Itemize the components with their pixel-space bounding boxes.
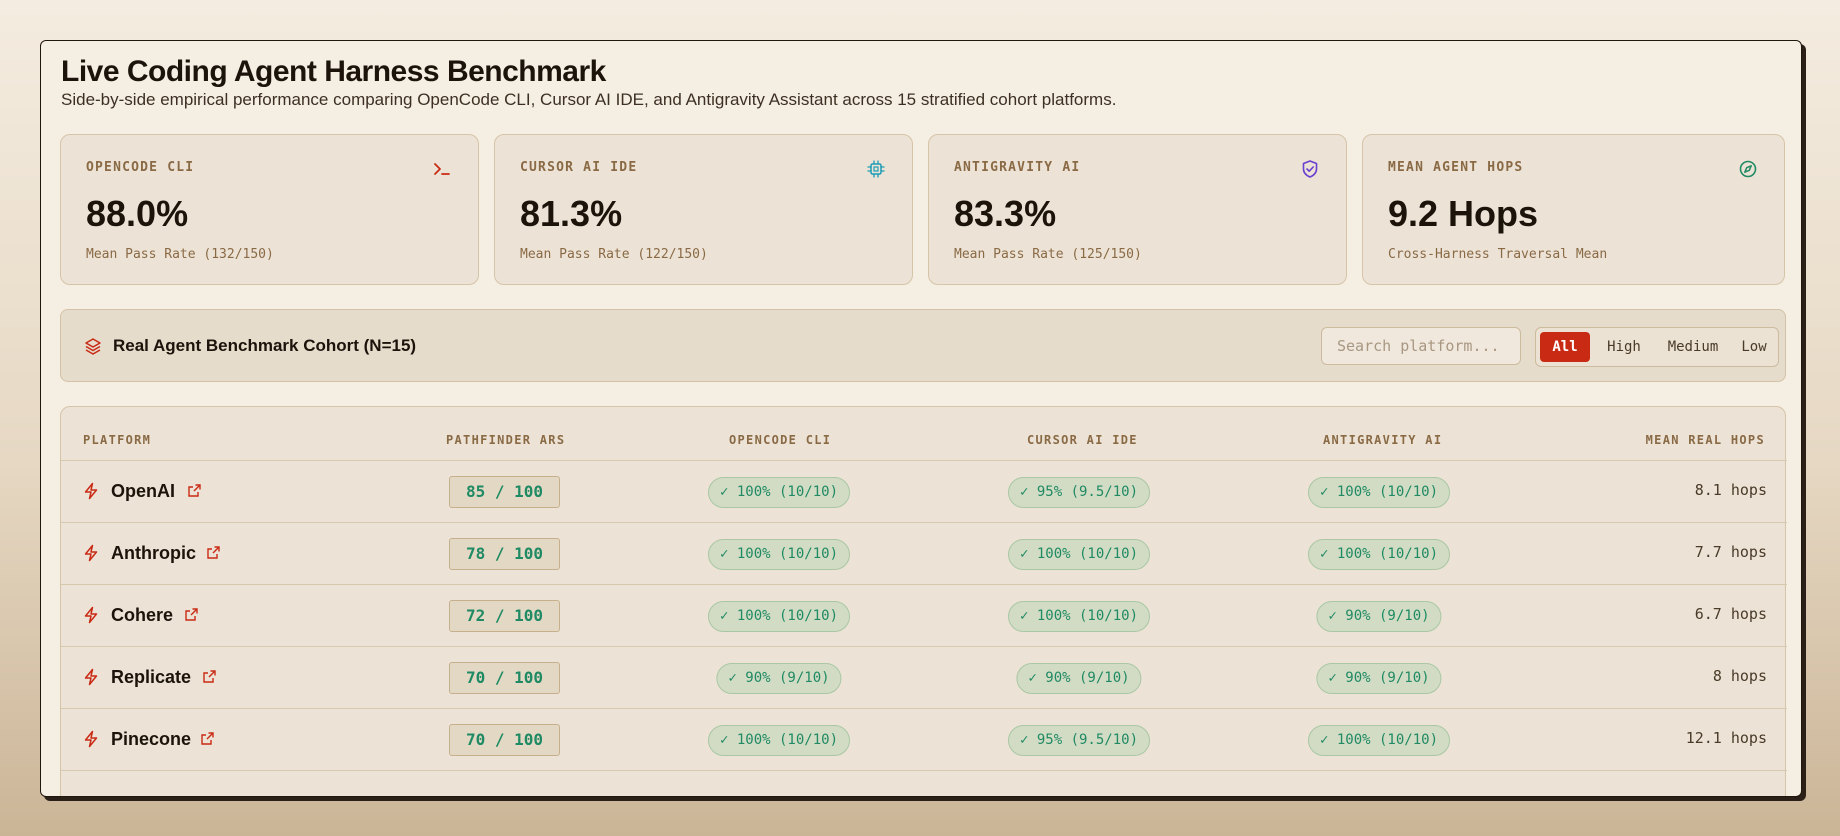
- stat-card-cursor: CURSOR AI IDE 81.3% Mean Pass Rate (122/…: [494, 134, 913, 285]
- stat-card-label: MEAN AGENT HOPS: [1388, 160, 1524, 175]
- stat-card-label: OPENCODE CLI: [86, 160, 195, 175]
- column-header-ars[interactable]: PATHFINDER ARS: [446, 433, 565, 447]
- benchmark-window: Live Coding Agent Harness Benchmark Side…: [40, 40, 1802, 797]
- ars-score-badge: 85 / 100: [449, 476, 560, 508]
- stat-card-hops: MEAN AGENT HOPS 9.2 Hops Cross-Harness T…: [1362, 134, 1785, 285]
- antigravity-result-pill: ✓ 100% (10/10): [1307, 477, 1451, 508]
- ars-score-badge: 78 / 100: [449, 538, 560, 570]
- table-row[interactable]: Anthropic 78 / 100 ✓ 100% (10/10) ✓ 100%…: [61, 522, 1787, 584]
- bolt-icon: [84, 730, 98, 748]
- layers-icon: [85, 338, 101, 355]
- cursor-result-pill: ✓ 100% (10/10): [1007, 601, 1151, 632]
- stat-card-value: 9.2 Hops: [1388, 193, 1539, 234]
- cursor-result-pill: ✓ 90% (9/10): [1016, 663, 1142, 694]
- mean-hops-value: 8 hops: [1712, 667, 1767, 685]
- external-link-icon[interactable]: [184, 607, 199, 622]
- stat-card-sub: Cross-Harness Traversal Mean: [1388, 247, 1608, 262]
- table-row[interactable]: Cohere 72 / 100 ✓ 100% (10/10) ✓ 100% (1…: [61, 584, 1787, 646]
- stat-card-label: CURSOR AI IDE: [520, 160, 638, 175]
- benchmark-table: PLATFORM PATHFINDER ARS OPENCODE CLI CUR…: [60, 406, 1787, 796]
- platform-name: Anthropic: [111, 543, 196, 563]
- page-subtitle: Side-by-side empirical performance compa…: [61, 90, 1117, 109]
- stat-card-sub: Mean Pass Rate (132/150): [86, 247, 274, 262]
- filter-medium-button[interactable]: Medium: [1656, 332, 1730, 362]
- table-row[interactable]: OpenAI 85 / 100 ✓ 100% (10/10) ✓ 95% (9.…: [61, 460, 1787, 522]
- antigravity-result-pill: ✓ 90% (9/10): [1316, 601, 1442, 632]
- compass-icon: [1739, 160, 1757, 178]
- stat-card-antigravity: ANTIGRAVITY AI 83.3% Mean Pass Rate (125…: [928, 134, 1347, 285]
- cohort-title: Real Agent Benchmark Cohort (N=15): [113, 336, 417, 355]
- bolt-icon: [84, 482, 98, 500]
- ars-score-badge: 70 / 100: [449, 662, 560, 694]
- column-header-opencode[interactable]: OPENCODE CLI: [729, 433, 831, 447]
- stat-card-value: 81.3%: [520, 193, 623, 234]
- cohort-toolbar: Real Agent Benchmark Cohort (N=15) All H…: [60, 309, 1786, 382]
- external-link-icon[interactable]: [206, 545, 221, 560]
- chip-icon: [867, 160, 885, 178]
- platform-name: Replicate: [111, 667, 192, 687]
- platform-name: OpenAI: [111, 481, 176, 501]
- terminal-icon: [434, 163, 450, 175]
- opencode-result-pill: ✓ 100% (10/10): [707, 477, 851, 508]
- platform-name: Pinecone: [111, 729, 192, 749]
- stat-card-value: 83.3%: [954, 193, 1057, 234]
- column-header-platform[interactable]: PLATFORM: [83, 433, 151, 447]
- ars-score-badge: 72 / 100: [449, 600, 560, 632]
- column-header-cursor[interactable]: CURSOR AI IDE: [1027, 433, 1138, 447]
- opencode-result-pill: ✓ 100% (10/10): [707, 539, 851, 570]
- cursor-result-pill: ✓ 95% (9.5/10): [1007, 725, 1151, 756]
- mean-hops-value: 6.7 hops: [1694, 605, 1767, 623]
- external-link-icon[interactable]: [202, 669, 217, 684]
- column-header-hops[interactable]: MEAN REAL HOPS: [1646, 433, 1765, 447]
- platform-name: Cohere: [111, 605, 174, 625]
- shield-check-icon: [1302, 160, 1318, 178]
- bolt-icon: [84, 606, 98, 624]
- stat-card-sub: Mean Pass Rate (125/150): [954, 247, 1142, 262]
- antigravity-result-pill: ✓ 90% (9/10): [1316, 663, 1442, 694]
- table-row[interactable]: Pinecone 70 / 100 ✓ 100% (10/10) ✓ 95% (…: [61, 708, 1787, 770]
- bolt-icon: [84, 668, 98, 686]
- stat-card-label: ANTIGRAVITY AI: [954, 160, 1081, 175]
- bolt-icon: [84, 544, 98, 562]
- antigravity-result-pill: ✓ 100% (10/10): [1307, 725, 1451, 756]
- filter-low-button[interactable]: Low: [1732, 332, 1776, 362]
- mean-hops-value: 12.1 hops: [1685, 729, 1767, 747]
- mean-hops-value: 7.7 hops: [1694, 543, 1767, 561]
- antigravity-result-pill: ✓ 100% (10/10): [1307, 539, 1451, 570]
- table-row[interactable]: Replicate 70 / 100 ✓ 90% (9/10) ✓ 90% (9…: [61, 646, 1787, 708]
- cursor-result-pill: ✓ 95% (9.5/10): [1007, 477, 1151, 508]
- ars-score-badge: 70 / 100: [449, 724, 560, 756]
- opencode-result-pill: ✓ 100% (10/10): [707, 725, 851, 756]
- platform-search-input[interactable]: [1321, 327, 1521, 365]
- column-header-antigravity[interactable]: ANTIGRAVITY AI: [1323, 433, 1442, 447]
- filter-segmented-control: All High Medium Low: [1535, 327, 1779, 367]
- external-link-icon[interactable]: [200, 731, 215, 746]
- opencode-result-pill: ✓ 100% (10/10): [707, 601, 851, 632]
- filter-high-button[interactable]: High: [1596, 332, 1652, 362]
- filter-all-button[interactable]: All: [1540, 332, 1590, 362]
- stat-card-opencode: OPENCODE CLI 88.0% Mean Pass Rate (132/1…: [60, 134, 479, 285]
- cursor-result-pill: ✓ 100% (10/10): [1007, 539, 1151, 570]
- table-row-partial: [61, 770, 1787, 796]
- stat-card-value: 88.0%: [86, 193, 189, 234]
- opencode-result-pill: ✓ 90% (9/10): [716, 663, 842, 694]
- external-link-icon[interactable]: [187, 483, 202, 498]
- page-title: Live Coding Agent Harness Benchmark: [61, 55, 606, 88]
- mean-hops-value: 8.1 hops: [1694, 481, 1767, 499]
- stat-card-sub: Mean Pass Rate (122/150): [520, 247, 708, 262]
